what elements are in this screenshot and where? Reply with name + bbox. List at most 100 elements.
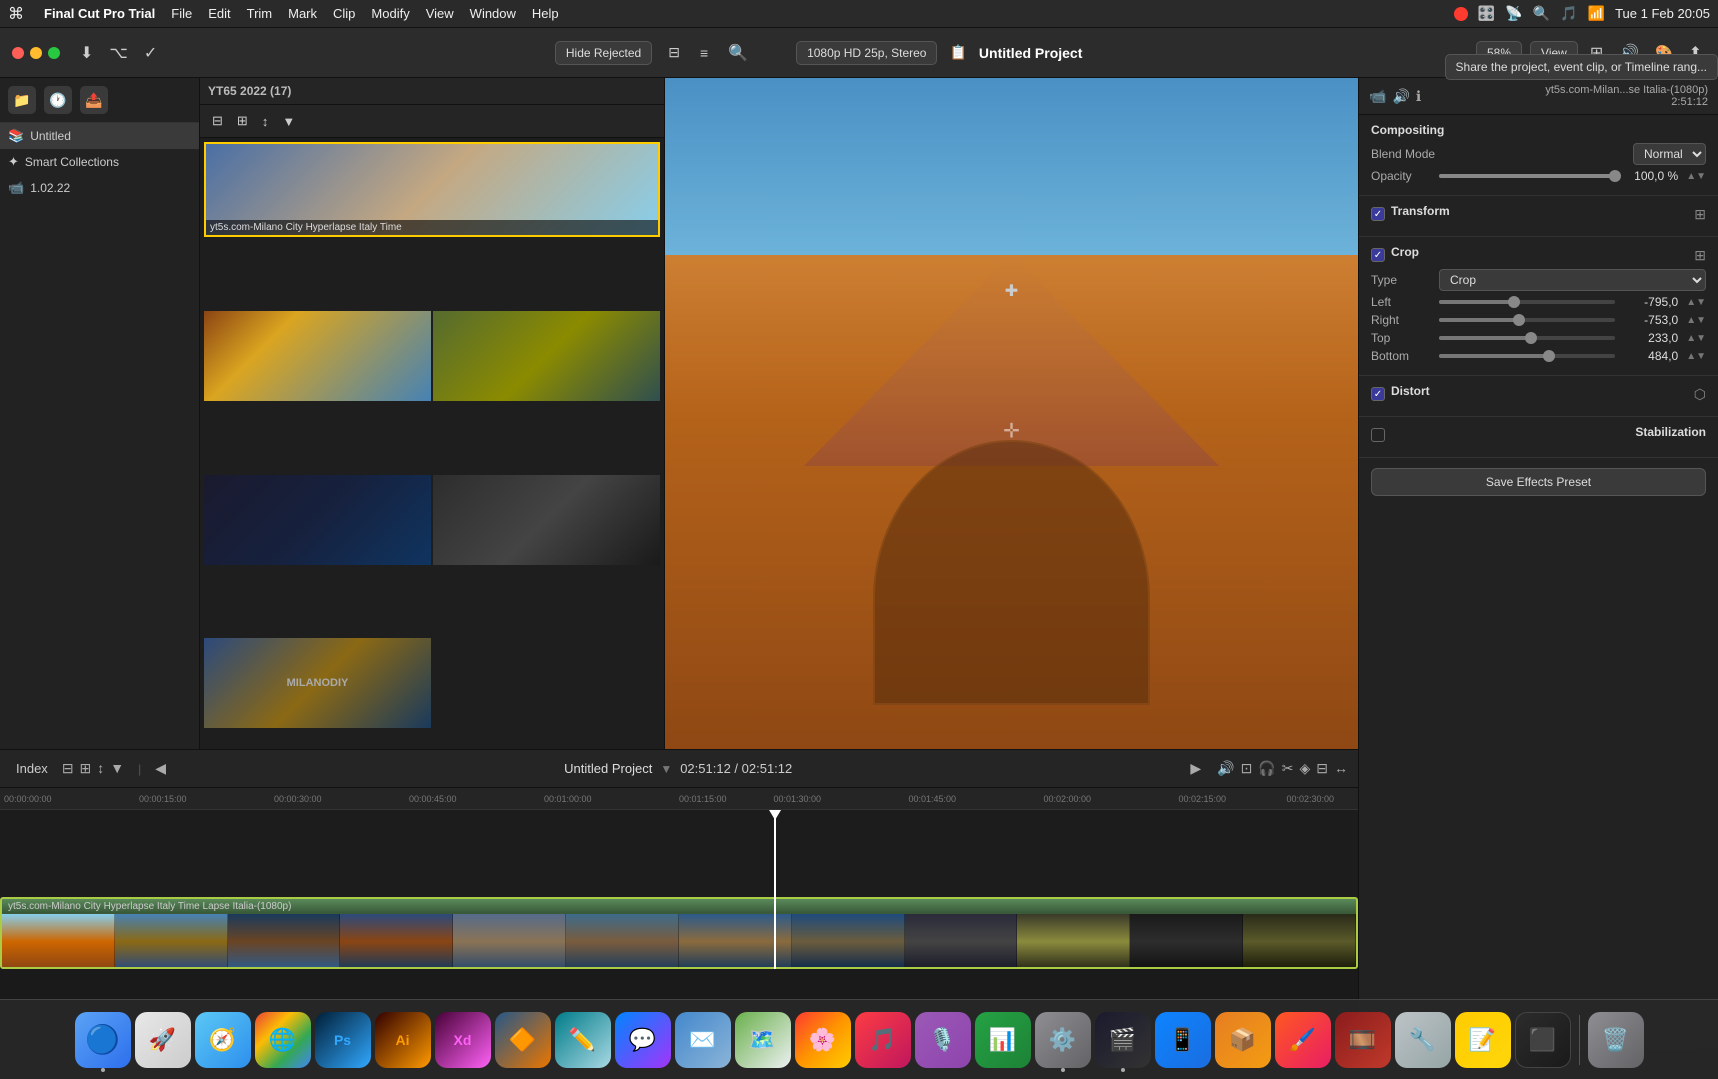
- opacity-stepper[interactable]: ▲▼: [1686, 171, 1706, 182]
- tl-snap-icon[interactable]: ⊟: [1316, 760, 1328, 777]
- crop-right-slider[interactable]: [1439, 318, 1615, 322]
- menu-clip[interactable]: Clip: [333, 6, 355, 21]
- tl-solo-icon[interactable]: ⊡: [1241, 760, 1253, 777]
- menu-trim[interactable]: Trim: [247, 6, 273, 21]
- media-clip-4[interactable]: [204, 475, 431, 565]
- media-clip-6[interactable]: MILANODIY: [204, 638, 431, 728]
- browser-sort-btn[interactable]: ↕: [258, 110, 273, 133]
- tl-headphone-icon[interactable]: 🎧: [1258, 760, 1275, 777]
- dock-notes[interactable]: 📝: [1455, 1012, 1511, 1068]
- menu-modify[interactable]: Modify: [371, 6, 409, 21]
- tl-blade-icon[interactable]: ✂: [1282, 760, 1294, 777]
- menu-view[interactable]: View: [426, 6, 454, 21]
- menu-edit[interactable]: Edit: [208, 6, 230, 21]
- menu-file[interactable]: File: [171, 6, 192, 21]
- crop-left-stepper[interactable]: ▲▼: [1686, 297, 1706, 308]
- list-view-btn[interactable]: ≡: [696, 41, 712, 65]
- dock-control[interactable]: 🔧: [1395, 1012, 1451, 1068]
- tl-icon-4[interactable]: ▼: [110, 760, 124, 777]
- menu-window[interactable]: Window: [470, 6, 516, 21]
- dock-finder[interactable]: 🔵: [75, 1012, 131, 1068]
- dock-pixelmator[interactable]: 🖌️: [1275, 1012, 1331, 1068]
- tl-icon-2[interactable]: ⊞: [80, 760, 92, 777]
- tl-range-icon[interactable]: ↔: [1334, 760, 1348, 777]
- dock-launchpad[interactable]: 🚀: [135, 1012, 191, 1068]
- dock-podcasts[interactable]: 🎙️: [915, 1012, 971, 1068]
- browser-dropdown-btn[interactable]: ▼: [278, 110, 299, 133]
- media-clip-2[interactable]: [204, 311, 431, 401]
- dock-system-prefs[interactable]: ⚙️: [1035, 1012, 1091, 1068]
- tl-back-btn[interactable]: ◀: [155, 760, 166, 777]
- sidebar-icon-1[interactable]: 📁: [8, 86, 36, 114]
- opacity-slider[interactable]: [1439, 174, 1615, 178]
- crop-checkbox[interactable]: ✓: [1371, 248, 1385, 262]
- save-button[interactable]: ⬇: [76, 39, 97, 67]
- inspector-audio-icon[interactable]: 🔊: [1392, 88, 1409, 105]
- sidebar-item-1-02-22[interactable]: 📹 1.02.22: [0, 175, 199, 201]
- tl-audio-icon[interactable]: 🔊: [1217, 760, 1234, 777]
- sidebar-item-smart-collections[interactable]: ✦ Smart Collections: [0, 149, 199, 175]
- tl-dropdown-arrow[interactable]: ▼: [660, 762, 672, 776]
- transform-expand-icon[interactable]: ⊞: [1694, 206, 1706, 223]
- tl-icon-1[interactable]: ⊟: [62, 760, 74, 777]
- dock-fcpx[interactable]: 🎬: [1095, 1012, 1151, 1068]
- sidebar-icon-2[interactable]: 🕐: [44, 86, 72, 114]
- index-button[interactable]: Index: [10, 759, 54, 778]
- dock-safari[interactable]: 🧭: [195, 1012, 251, 1068]
- distort-checkbox[interactable]: ✓: [1371, 387, 1385, 401]
- close-button[interactable]: [12, 47, 24, 59]
- grid-view-btn[interactable]: ⊟: [664, 40, 684, 65]
- dock-illustrator[interactable]: Ai: [375, 1012, 431, 1068]
- distort-expand-icon[interactable]: ⬡: [1694, 386, 1706, 403]
- media-clip-3[interactable]: [433, 311, 660, 401]
- dock-photoshop[interactable]: Ps: [315, 1012, 371, 1068]
- crop-left-slider[interactable]: [1439, 300, 1615, 304]
- minimize-button[interactable]: [30, 47, 42, 59]
- dock-chrome[interactable]: 🌐: [255, 1012, 311, 1068]
- stabilization-checkbox[interactable]: [1371, 428, 1385, 442]
- dock-music[interactable]: 🎵: [855, 1012, 911, 1068]
- sidebar-icon-3[interactable]: 📤: [80, 86, 108, 114]
- browser-view-btn-1[interactable]: ⊟: [208, 109, 227, 133]
- dock-mail[interactable]: ✉️: [675, 1012, 731, 1068]
- tl-icon-3[interactable]: ↕: [97, 760, 104, 777]
- dock-messenger[interactable]: 💬: [615, 1012, 671, 1068]
- crop-top-stepper[interactable]: ▲▼: [1686, 333, 1706, 344]
- maximize-button[interactable]: [48, 47, 60, 59]
- crop-type-select[interactable]: Crop: [1439, 269, 1706, 291]
- search-btn[interactable]: 🔍: [724, 39, 752, 67]
- keyframe-button[interactable]: ⌥: [105, 39, 131, 67]
- dock-appstore[interactable]: 📱: [1155, 1012, 1211, 1068]
- dock-davinci[interactable]: 🎞️: [1335, 1012, 1391, 1068]
- crop-bottom-slider[interactable]: [1439, 354, 1615, 358]
- dock-migrate[interactable]: 📦: [1215, 1012, 1271, 1068]
- menu-help[interactable]: Help: [532, 6, 559, 21]
- media-clip-1[interactable]: yt5s.com-Milano City Hyperlapse Italy Ti…: [204, 142, 660, 237]
- browser-view-btn-2[interactable]: ⊞: [233, 109, 252, 133]
- dock-numbers[interactable]: 📊: [975, 1012, 1031, 1068]
- video-clip-1[interactable]: yt5s.com-Milano City Hyperlapse Italy Ti…: [0, 897, 1358, 969]
- tl-marker-icon[interactable]: ◈: [1299, 760, 1310, 777]
- dock-trash[interactable]: 🗑️: [1588, 1012, 1644, 1068]
- blend-mode-select[interactable]: Normal: [1633, 143, 1706, 165]
- media-clip-5[interactable]: [433, 475, 660, 565]
- dock-affinity[interactable]: ✏️: [555, 1012, 611, 1068]
- crop-expand-icon[interactable]: ⊞: [1694, 247, 1706, 264]
- hide-rejected-btn[interactable]: Hide Rejected: [555, 41, 652, 65]
- menu-mark[interactable]: Mark: [288, 6, 317, 21]
- crop-right-stepper[interactable]: ▲▼: [1686, 315, 1706, 326]
- dock-terminal[interactable]: ⬛: [1515, 1012, 1571, 1068]
- sidebar-item-untitled[interactable]: 📚 Untitled: [0, 123, 199, 149]
- transform-checkbox[interactable]: ✓: [1371, 207, 1385, 221]
- crop-top-slider[interactable]: [1439, 336, 1615, 340]
- dock-blender[interactable]: 🔶: [495, 1012, 551, 1068]
- tl-forward-btn[interactable]: ▶: [1190, 760, 1201, 777]
- timeline-project-name[interactable]: Untitled Project: [564, 761, 652, 776]
- save-effects-preset-btn[interactable]: Save Effects Preset: [1371, 468, 1706, 496]
- inspector-info-icon[interactable]: ℹ: [1416, 88, 1421, 105]
- playhead[interactable]: [774, 810, 776, 969]
- check-button[interactable]: ✓: [140, 39, 161, 67]
- dock-xd[interactable]: Xd: [435, 1012, 491, 1068]
- inspector-video-icon[interactable]: 📹: [1369, 88, 1386, 105]
- dock-photos[interactable]: 🌸: [795, 1012, 851, 1068]
